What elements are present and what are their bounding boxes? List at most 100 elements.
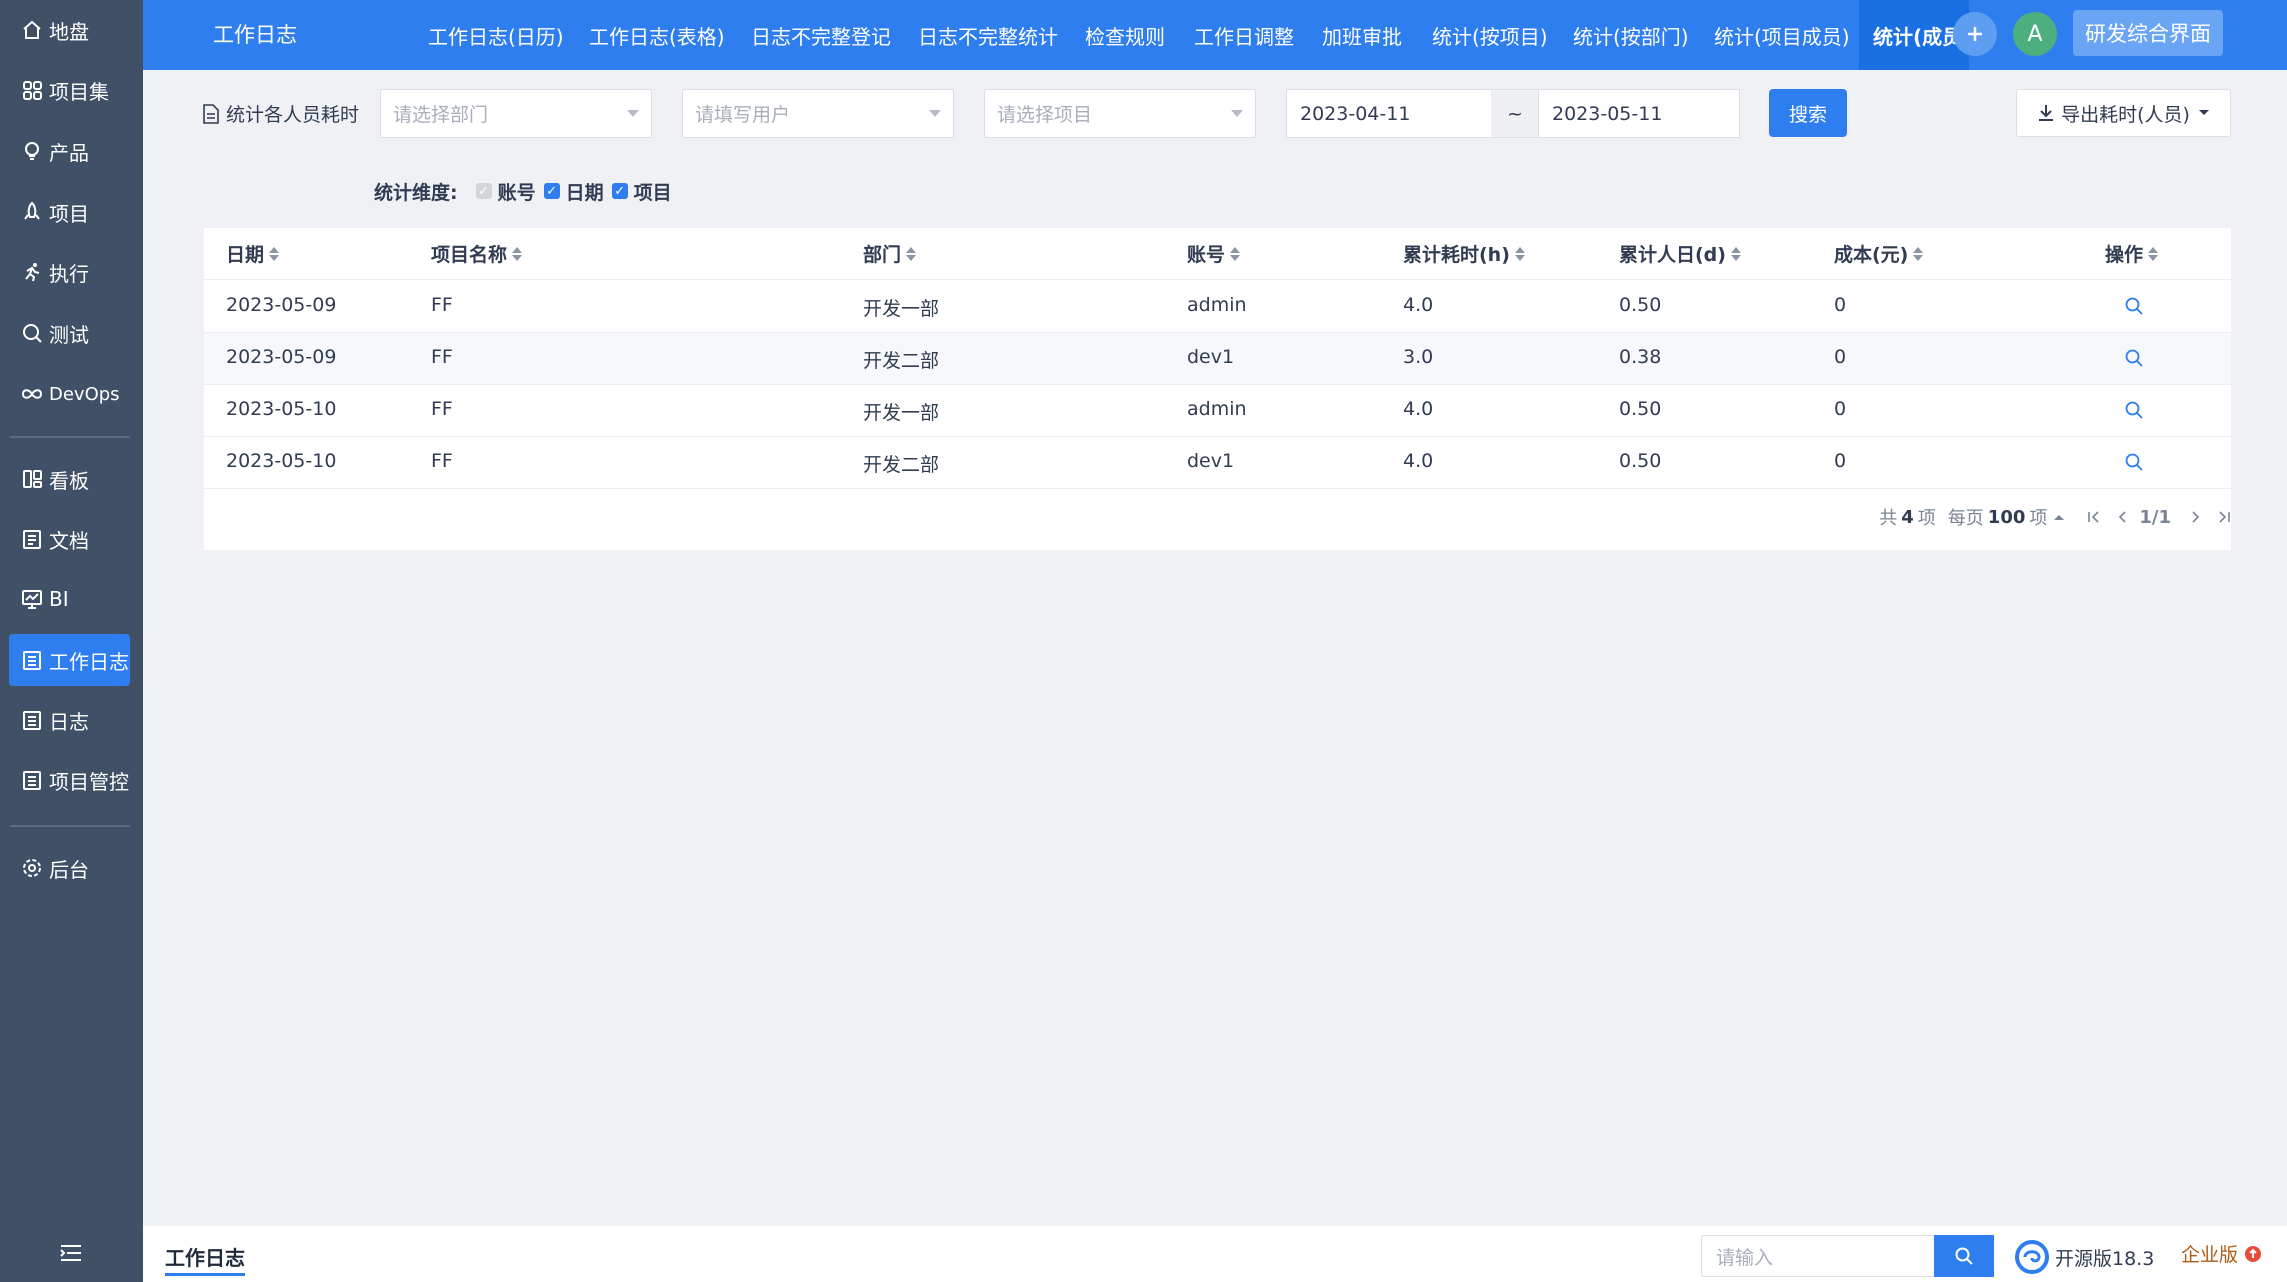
view-details-icon[interactable] xyxy=(2124,452,2144,477)
enterprise-link[interactable]: 企业版 xyxy=(2181,1240,2262,1267)
sort-icon[interactable] xyxy=(2148,246,2159,262)
menu-collapse-icon[interactable] xyxy=(56,1238,86,1268)
enterprise-label: 企业版 xyxy=(2181,1244,2239,1266)
dimensions-label: 统计维度: xyxy=(374,181,458,204)
upgrade-icon xyxy=(2245,1245,2262,1262)
cell-date: 2023-05-10 xyxy=(226,450,337,472)
last-page-icon[interactable] xyxy=(2217,510,2231,524)
sort-icon[interactable] xyxy=(1514,246,1525,262)
tab-incomplete-stats[interactable]: 日志不完整统计 xyxy=(918,0,1058,70)
column-header-cost[interactable]: 成本(元) xyxy=(1834,240,1924,267)
cell-account: admin xyxy=(1187,398,1247,420)
tab-incomplete-register[interactable]: 日志不完整登记 xyxy=(751,0,891,70)
cell-project: FF xyxy=(431,346,453,368)
sidebar-item-doc[interactable]: 文档 xyxy=(9,513,130,565)
sort-icon[interactable] xyxy=(269,246,280,262)
doc-icon xyxy=(19,526,45,552)
filter-title: 统计各人员耗时 xyxy=(202,100,359,127)
column-header-project[interactable]: 项目名称 xyxy=(431,240,523,267)
date-start-input[interactable]: 2023-04-11 xyxy=(1286,89,1492,138)
prev-page-icon[interactable] xyxy=(2115,510,2129,524)
chevron-down-icon xyxy=(1231,110,1243,117)
next-page-icon[interactable] xyxy=(2189,510,2203,524)
chevron-up-icon[interactable] xyxy=(2053,513,2065,521)
export-button[interactable]: 导出耗时(人员) xyxy=(2016,89,2231,137)
pager-per-page-prefix: 每页 xyxy=(1947,508,1984,529)
project-select[interactable]: 请选择项目 xyxy=(984,89,1256,138)
tab-check-rules[interactable]: 检查规则 xyxy=(1085,0,1165,70)
view-details-icon[interactable] xyxy=(2124,348,2144,373)
add-icon[interactable] xyxy=(1953,12,1997,56)
sidebar-item-bi[interactable]: BI xyxy=(9,573,130,625)
app-title: 工作日志 xyxy=(213,23,297,47)
pager-per-page[interactable]: 100 xyxy=(1988,507,2026,528)
run-icon xyxy=(19,259,45,285)
tab-worklog-table[interactable]: 工作日志(表格) xyxy=(589,0,725,70)
cell-dept: 开发一部 xyxy=(863,298,940,320)
sidebar-item-dashboard[interactable]: 地盘 xyxy=(9,4,130,56)
tab-worklog-calendar[interactable]: 工作日志(日历) xyxy=(428,0,564,70)
cell-account: admin xyxy=(1187,294,1247,316)
search-button[interactable]: 搜索 xyxy=(1769,89,1847,137)
footer-bar: 工作日志 请输入 开源版18.3 企业版 xyxy=(143,1226,2287,1282)
rd-interface-button[interactable]: 研发综合界面 xyxy=(2073,10,2223,56)
tab-stats-project-members[interactable]: 统计(项目成员) xyxy=(1714,0,1850,70)
avatar[interactable]: A xyxy=(2013,12,2057,56)
sidebar-item-kanban[interactable]: 看板 xyxy=(9,453,130,505)
footer-breadcrumb[interactable]: 工作日志 xyxy=(165,1242,245,1276)
user-select[interactable]: 请填写用户 xyxy=(682,89,954,138)
infinity-icon xyxy=(19,381,45,407)
user-placeholder: 请填写用户 xyxy=(695,104,791,126)
checkbox-project-label: 项目 xyxy=(633,181,672,204)
sidebar-item-project[interactable]: 项目 xyxy=(9,186,130,238)
department-select[interactable]: 请选择部门 xyxy=(380,89,652,138)
version-info[interactable]: 开源版18.3 xyxy=(2015,1240,2154,1274)
file-icon xyxy=(203,103,219,124)
tab-overtime-approval[interactable]: 加班审批 xyxy=(1322,0,1402,70)
sidebar-item-label: 日志 xyxy=(49,709,89,734)
column-header-actions: 操作 xyxy=(2105,240,2159,267)
date-end-input[interactable]: 2023-05-11 xyxy=(1538,89,1740,138)
chevron-down-icon xyxy=(627,110,639,117)
sort-icon[interactable] xyxy=(1730,246,1741,262)
sidebar-item-project-control[interactable]: 项目管控 xyxy=(9,754,130,806)
sidebar-item-worklog[interactable]: 工作日志 xyxy=(9,634,130,686)
cell-hours: 4.0 xyxy=(1403,294,1434,316)
cell-project: FF xyxy=(431,294,453,316)
footer-search-input[interactable]: 请输入 xyxy=(1701,1235,1935,1277)
top-nav-bar: 工作日志 工作日志(日历) 工作日志(表格) 日志不完整登记 日志不完整统计 检… xyxy=(143,0,2287,70)
chevron-down-icon xyxy=(2198,110,2209,115)
filter-title-text: 统计各人员耗时 xyxy=(226,104,360,126)
sort-icon[interactable] xyxy=(1913,246,1924,262)
sidebar-item-devops[interactable]: DevOps xyxy=(9,368,130,420)
tab-stats-by-project[interactable]: 统计(按项目) xyxy=(1432,0,1548,70)
sidebar-item-execution[interactable]: 执行 xyxy=(9,246,130,298)
view-details-icon[interactable] xyxy=(2124,296,2144,321)
sort-icon[interactable] xyxy=(1230,246,1241,262)
row-divider xyxy=(204,279,2231,280)
column-header-days[interactable]: 累计人日(d) xyxy=(1619,240,1741,267)
sort-icon[interactable] xyxy=(906,246,917,262)
sidebar-item-qa[interactable]: 测试 xyxy=(9,307,130,359)
checkbox-project[interactable]: ✓ xyxy=(611,183,628,199)
column-header-date[interactable]: 日期 xyxy=(226,240,280,267)
sidebar-item-label: 地盘 xyxy=(49,19,89,44)
first-page-icon[interactable] xyxy=(2087,510,2101,524)
column-header-hours[interactable]: 累计耗时(h) xyxy=(1403,240,1525,267)
checkbox-date[interactable]: ✓ xyxy=(543,183,560,199)
cell-date: 2023-05-09 xyxy=(226,346,337,368)
view-details-icon[interactable] xyxy=(2124,400,2144,425)
footer-search-button[interactable] xyxy=(1934,1235,1994,1277)
tab-stats-by-dept[interactable]: 统计(按部门) xyxy=(1573,0,1689,70)
sidebar-item-log[interactable]: 日志 xyxy=(9,694,130,746)
sidebar-item-program[interactable]: 项目集 xyxy=(9,64,130,116)
sort-icon[interactable] xyxy=(512,246,523,262)
cell-account: dev1 xyxy=(1187,450,1235,472)
column-header-dept[interactable]: 部门 xyxy=(863,240,917,267)
sidebar-item-label: BI xyxy=(49,587,69,611)
sidebar-item-product[interactable]: 产品 xyxy=(9,125,130,177)
checkbox-account[interactable]: ✓ xyxy=(475,183,492,199)
column-header-account[interactable]: 账号 xyxy=(1187,240,1241,267)
sidebar-item-admin[interactable]: 后台 xyxy=(9,842,130,894)
tab-workday-adjust[interactable]: 工作日调整 xyxy=(1194,0,1294,70)
